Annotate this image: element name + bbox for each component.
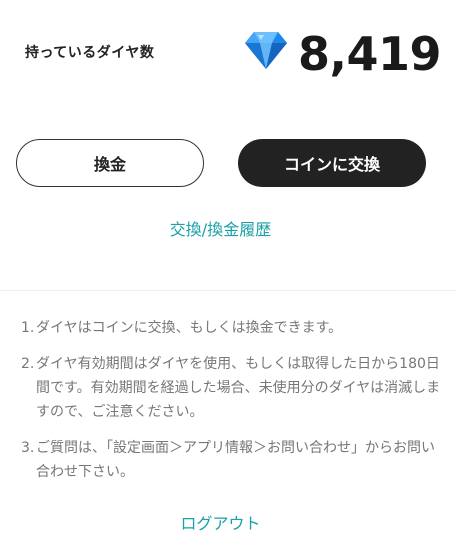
notes-list: 1. ダイヤはコインに交換、もしくは換金できます。 2. ダイヤ有効期間はダイヤ… [21,316,441,496]
diamond-icon [245,32,287,69]
note-number: 1. [21,320,35,336]
convert-to-coins-button[interactable]: コインに交換 [238,139,426,187]
note-item: 3. ご質問は、「設定画面＞アプリ情報＞お問い合わせ」からお問い合わせ下さい。 [21,436,441,484]
exchange-button-label: 換金 [93,155,126,174]
note-item: 1. ダイヤはコインに交換、もしくは換金できます。 [21,316,441,340]
note-item: 2. ダイヤ有効期間はダイヤを使用、もしくは取得した日から180日間です。有効期… [21,352,441,424]
logout-link[interactable]: ログアウト [0,510,441,534]
note-text: ご質問は、「設定画面＞アプリ情報＞お問い合わせ」からお問い合わせ下さい。 [36,440,435,480]
diamond-balance-label: 持っているダイヤ数 [25,45,155,61]
divider [0,290,457,291]
note-number: 3. [21,440,35,456]
exchange-history-link[interactable]: 交換/換金履歴 [0,216,441,240]
exchange-button[interactable]: 換金 [16,139,204,187]
note-text: ダイヤ有効期間はダイヤを使用、もしくは取得した日から180日間です。有効期間を経… [36,356,441,420]
diamond-balance-value: 8,419 [298,27,442,81]
note-number: 2. [21,356,35,372]
note-text: ダイヤはコインに交換、もしくは換金できます。 [36,320,343,336]
convert-to-coins-button-label: コインに交換 [283,155,380,174]
